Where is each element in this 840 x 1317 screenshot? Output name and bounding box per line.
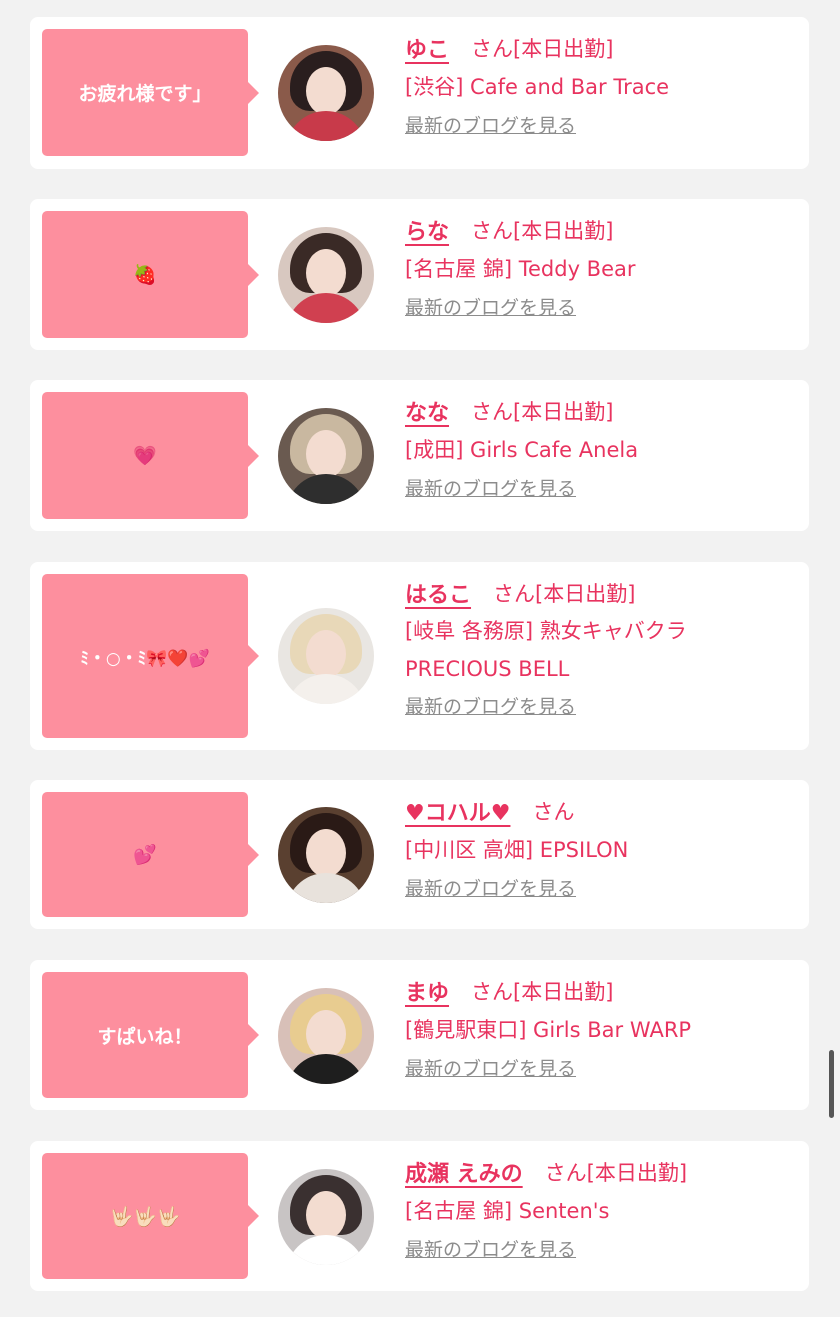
cast-name-link[interactable]: まゆ	[405, 975, 449, 1007]
cast-info: ゆこ さん[本日出勤] [渋谷] Cafe and Bar Trace 最新のブ…	[405, 29, 805, 138]
cast-name-link[interactable]: はるこ	[405, 577, 471, 609]
cast-info: なな さん[本日出勤] [成田] Girls Cafe Anela 最新のブログ…	[405, 392, 805, 501]
avatar[interactable]	[278, 1169, 374, 1265]
cast-card[interactable]: 💗 なな さん[本日出勤] [成田] Girls Cafe Anela 最新のブ…	[30, 380, 809, 531]
latest-blog-link[interactable]: 最新のブログを見る	[405, 692, 576, 719]
avatar[interactable]	[278, 227, 374, 323]
cast-name-link[interactable]: ♥コハル♥	[405, 795, 510, 827]
name-line: 成瀬 えみの さん[本日出勤]	[405, 1153, 805, 1191]
cast-status: さん	[532, 800, 575, 824]
latest-blog-link[interactable]: 最新のブログを見る	[405, 111, 576, 138]
message-bubble: すぱいね！	[42, 972, 259, 1098]
cast-status: さん[本日出勤]	[544, 1161, 688, 1185]
latest-blog-link[interactable]: 最新のブログを見る	[405, 474, 576, 501]
cast-name-link[interactable]: 成瀬 えみの	[405, 1156, 523, 1188]
avatar[interactable]	[278, 45, 374, 141]
message-bubble: 🍓	[42, 211, 259, 338]
message-bubble: 💗	[42, 392, 259, 519]
cast-card[interactable]: 🍓 らな さん[本日出勤] [名古屋 錦] Teddy Bear 最新のブログを…	[30, 199, 809, 350]
cast-info: はるこ さん[本日出勤] [岐阜 各務原] 熟女キャバクラPRECIOUS BE…	[405, 574, 805, 719]
cast-card[interactable]: お疲れ様です」 ゆこ さん[本日出勤] [渋谷] Cafe and Bar Tr…	[30, 17, 809, 169]
shop-name: [名古屋 錦] Teddy Bear	[405, 257, 636, 281]
latest-blog-link[interactable]: 最新のブログを見る	[405, 293, 576, 320]
cast-name-link[interactable]: ゆこ	[405, 32, 449, 64]
shop-name: [中川区 高畑] EPSILON	[405, 838, 629, 862]
shop-name: [岐阜 各務原] 熟女キャバクラPRECIOUS BELL	[405, 619, 687, 681]
cast-info: ♥コハル♥ さん [中川区 高畑] EPSILON 最新のブログを見る	[405, 792, 805, 901]
scrollbar[interactable]	[829, 1050, 834, 1118]
cast-status: さん[本日出勤]	[471, 37, 614, 61]
avatar[interactable]	[278, 807, 374, 903]
shop-name: [鶴見駅東口] Girls Bar WARP	[405, 1018, 692, 1042]
cast-info: らな さん[本日出勤] [名古屋 錦] Teddy Bear 最新のブログを見る	[405, 211, 805, 320]
cast-card[interactable]: 🤟🏻🤟🏻🤟🏻 成瀬 えみの さん[本日出勤] [名古屋 錦] Senten's …	[30, 1141, 809, 1291]
name-line: なな さん[本日出勤]	[405, 392, 805, 430]
cast-name-link[interactable]: らな	[405, 214, 449, 246]
cast-status: さん[本日出勤]	[471, 219, 614, 243]
cast-card[interactable]: 💕 ♥コハル♥ さん [中川区 高畑] EPSILON 最新のブログを見る	[30, 780, 809, 929]
cast-status: さん[本日出勤]	[471, 400, 614, 424]
shop-name: [名古屋 錦] Senten's	[405, 1199, 610, 1223]
shop-name: [成田] Girls Cafe Anela	[405, 438, 639, 462]
cast-info: まゆ さん[本日出勤] [鶴見駅東口] Girls Bar WARP 最新のブロ…	[405, 972, 805, 1081]
latest-blog-link[interactable]: 最新のブログを見る	[405, 1054, 576, 1081]
cast-card[interactable]: ﾐ・○・ﾐ🎀❤️💕 はるこ さん[本日出勤] [岐阜 各務原] 熟女キャバクラP…	[30, 562, 809, 750]
message-bubble: お疲れ様です」	[42, 29, 259, 156]
latest-blog-link[interactable]: 最新のブログを見る	[405, 874, 576, 901]
avatar[interactable]	[278, 988, 374, 1084]
latest-blog-link[interactable]: 最新のブログを見る	[405, 1235, 576, 1262]
message-bubble: 💕	[42, 792, 259, 917]
message-bubble: 🤟🏻🤟🏻🤟🏻	[42, 1153, 259, 1279]
cast-status: さん[本日出勤]	[471, 980, 614, 1004]
message-bubble: ﾐ・○・ﾐ🎀❤️💕	[42, 574, 259, 738]
cast-card[interactable]: すぱいね！ まゆ さん[本日出勤] [鶴見駅東口] Girls Bar WARP…	[30, 960, 809, 1110]
name-line: ゆこ さん[本日出勤]	[405, 29, 805, 67]
avatar[interactable]	[278, 408, 374, 504]
cast-info: 成瀬 えみの さん[本日出勤] [名古屋 錦] Senten's 最新のブログを…	[405, 1153, 805, 1262]
cast-status: さん[本日出勤]	[493, 582, 636, 606]
name-line: はるこ さん[本日出勤]	[405, 574, 805, 612]
name-line: まゆ さん[本日出勤]	[405, 972, 805, 1010]
name-line: らな さん[本日出勤]	[405, 211, 805, 249]
shop-name: [渋谷] Cafe and Bar Trace	[405, 75, 670, 99]
avatar[interactable]	[278, 608, 374, 704]
name-line: ♥コハル♥ さん	[405, 792, 805, 830]
cast-name-link[interactable]: なな	[405, 395, 449, 427]
